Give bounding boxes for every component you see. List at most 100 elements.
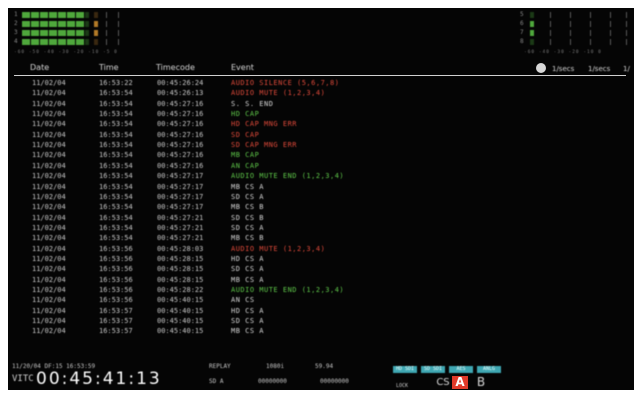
log-timecode: 00:45:27:17: [157, 182, 204, 191]
log-date: 11/02/04: [32, 151, 66, 160]
log-event: MB CS A: [231, 275, 265, 284]
log-time: 16:53:57: [99, 327, 133, 336]
input-b-button[interactable]: B: [474, 376, 488, 389]
log-date: 11/02/04: [32, 192, 66, 201]
log-event: SD CS A: [231, 317, 265, 326]
current-timecode: 00:45:41:13: [36, 369, 162, 389]
audio-meter-right: 5 6 7 8 -60 -40 -30 -20 -10 0: [516, 10, 634, 60]
header-divider: [14, 75, 626, 76]
meter-scale: -60 -50 -40 -30 -20 -10 -5 0: [14, 50, 118, 55]
log-timecode: 00:45:26:13: [157, 89, 204, 98]
log-timecode: 00:45:27:17: [157, 203, 204, 212]
log-timecode: 00:45:27:16: [157, 151, 204, 160]
log-event: AUDIO MUTE END (1,2,3,4): [231, 286, 345, 294]
log-time: 16:53:54: [99, 161, 133, 170]
log-time: 16:53:54: [99, 151, 133, 160]
status-user-bits-2: 00000000: [320, 378, 349, 385]
meter-channel-label: 4: [14, 38, 18, 45]
log-event: S. S. END: [231, 99, 274, 108]
log-timecode: 00:45:28:22: [157, 286, 204, 294]
input-chip-hd-sdi[interactable]: HD SDI: [393, 366, 417, 373]
log-date: 11/02/04: [32, 244, 66, 253]
log-timecode: 00:45:27:21: [157, 234, 204, 243]
meter-channel-label: 8: [520, 38, 524, 45]
rate-label-3: 1/: [623, 65, 630, 73]
log-event: HD CAP MNG ERR: [231, 120, 298, 129]
meter-scale: -60 -40 -30 -20 -10 0: [524, 50, 602, 55]
log-date: 11/02/04: [32, 161, 66, 170]
log-time: 16:53:54: [99, 192, 133, 201]
log-event: HD CAP: [231, 110, 260, 119]
log-time: 16:53:54: [99, 89, 133, 98]
log-date: 11/02/04: [32, 286, 66, 294]
log-event: AUDIO MUTE (1,2,3,4): [231, 244, 326, 253]
log-event: AUDIO MUTE (1,2,3,4): [231, 89, 326, 98]
log-timecode: 00:45:27:16: [157, 161, 204, 170]
log-date: 11/02/04: [32, 120, 66, 129]
log-timecode: 00:45:40:15: [157, 327, 204, 336]
log-timecode: 00:45:27:16: [157, 120, 204, 129]
log-timecode: 00:45:27:16: [157, 130, 204, 139]
meter-channel-label: 3: [14, 29, 18, 36]
log-timecode: 00:45:27:17: [157, 192, 204, 201]
log-date: 11/02/04: [32, 213, 66, 222]
log-date: 11/02/04: [32, 265, 66, 274]
log-date: 11/02/04: [32, 317, 66, 326]
log-event: SD CS A: [231, 223, 265, 232]
log-time: 16:53:54: [99, 99, 133, 108]
log-time: 16:53:54: [99, 130, 133, 139]
log-time: 16:53:54: [99, 120, 133, 129]
scroll-knob-icon[interactable]: [536, 63, 546, 73]
log-timecode: 00:45:40:15: [157, 317, 204, 326]
log-date: 11/02/04: [32, 223, 66, 232]
status-framerate: 59.94: [315, 363, 334, 370]
input-chip-aes[interactable]: AES: [449, 366, 473, 373]
log-event: AUDIO SILENCE (5,6,7,8): [231, 79, 340, 87]
meter-channel-label: 1: [14, 11, 18, 18]
rate-label-1: 1/secs: [552, 65, 575, 73]
column-header-date: Date: [30, 63, 50, 72]
log-date: 11/02/04: [32, 234, 66, 243]
log-time: 16:53:56: [99, 244, 133, 253]
log-event: MB CS A: [231, 327, 265, 336]
meter-bar: [22, 21, 132, 27]
log-event: SD CS B: [231, 213, 265, 222]
input-a-button[interactable]: A: [452, 376, 468, 389]
cs-label: CS: [436, 377, 450, 388]
meter-channel-label: 7: [520, 29, 524, 36]
status-sd-source: SD A: [209, 378, 224, 385]
log-date: 11/02/04: [32, 203, 66, 212]
input-chip-anlg[interactable]: ANLG: [477, 366, 501, 373]
log-date: 11/02/04: [32, 296, 66, 305]
log-event: AN CAP: [231, 161, 260, 170]
input-chip-sd-sdi[interactable]: SD SDI: [421, 366, 445, 373]
vitc-label: VITC: [12, 374, 34, 384]
log-timecode: 00:45:28:15: [157, 254, 204, 263]
log-time: 16:53:54: [99, 182, 133, 191]
log-date: 11/02/04: [32, 99, 66, 108]
log-date: 11/02/04: [32, 182, 66, 191]
log-event: AUDIO MUTE END (1,2,3,4): [231, 172, 345, 181]
log-event: MB CAP: [231, 151, 260, 160]
status-user-bits-1: 00000000: [258, 378, 287, 385]
log-date: 11/02/04: [32, 172, 66, 181]
log-timecode: 00:45:27:16: [157, 141, 204, 150]
log-time: 16:53:54: [99, 172, 133, 181]
log-time: 16:53:57: [99, 306, 133, 315]
log-timecode: 00:45:28:15: [157, 275, 204, 284]
meter-bar: [22, 12, 132, 18]
log-timecode: 00:45:27:16: [157, 110, 204, 119]
rate-label-2: 1/secs: [588, 65, 611, 73]
log-date: 11/02/04: [32, 141, 66, 150]
log-timecode: 00:45:27:21: [157, 213, 204, 222]
meter-channel-label: 2: [14, 20, 18, 27]
log-timecode: 00:45:27:16: [157, 99, 204, 108]
log-time: 16:53:54: [99, 223, 133, 232]
log-time: 16:53:56: [99, 286, 133, 294]
meter-bar: [530, 21, 630, 27]
lock-label: LOCK: [396, 383, 409, 389]
log-date: 11/02/04: [32, 275, 66, 284]
log-time: 16:53:56: [99, 296, 133, 305]
meter-bar: [530, 30, 630, 36]
log-event: MB CS B: [231, 234, 265, 243]
